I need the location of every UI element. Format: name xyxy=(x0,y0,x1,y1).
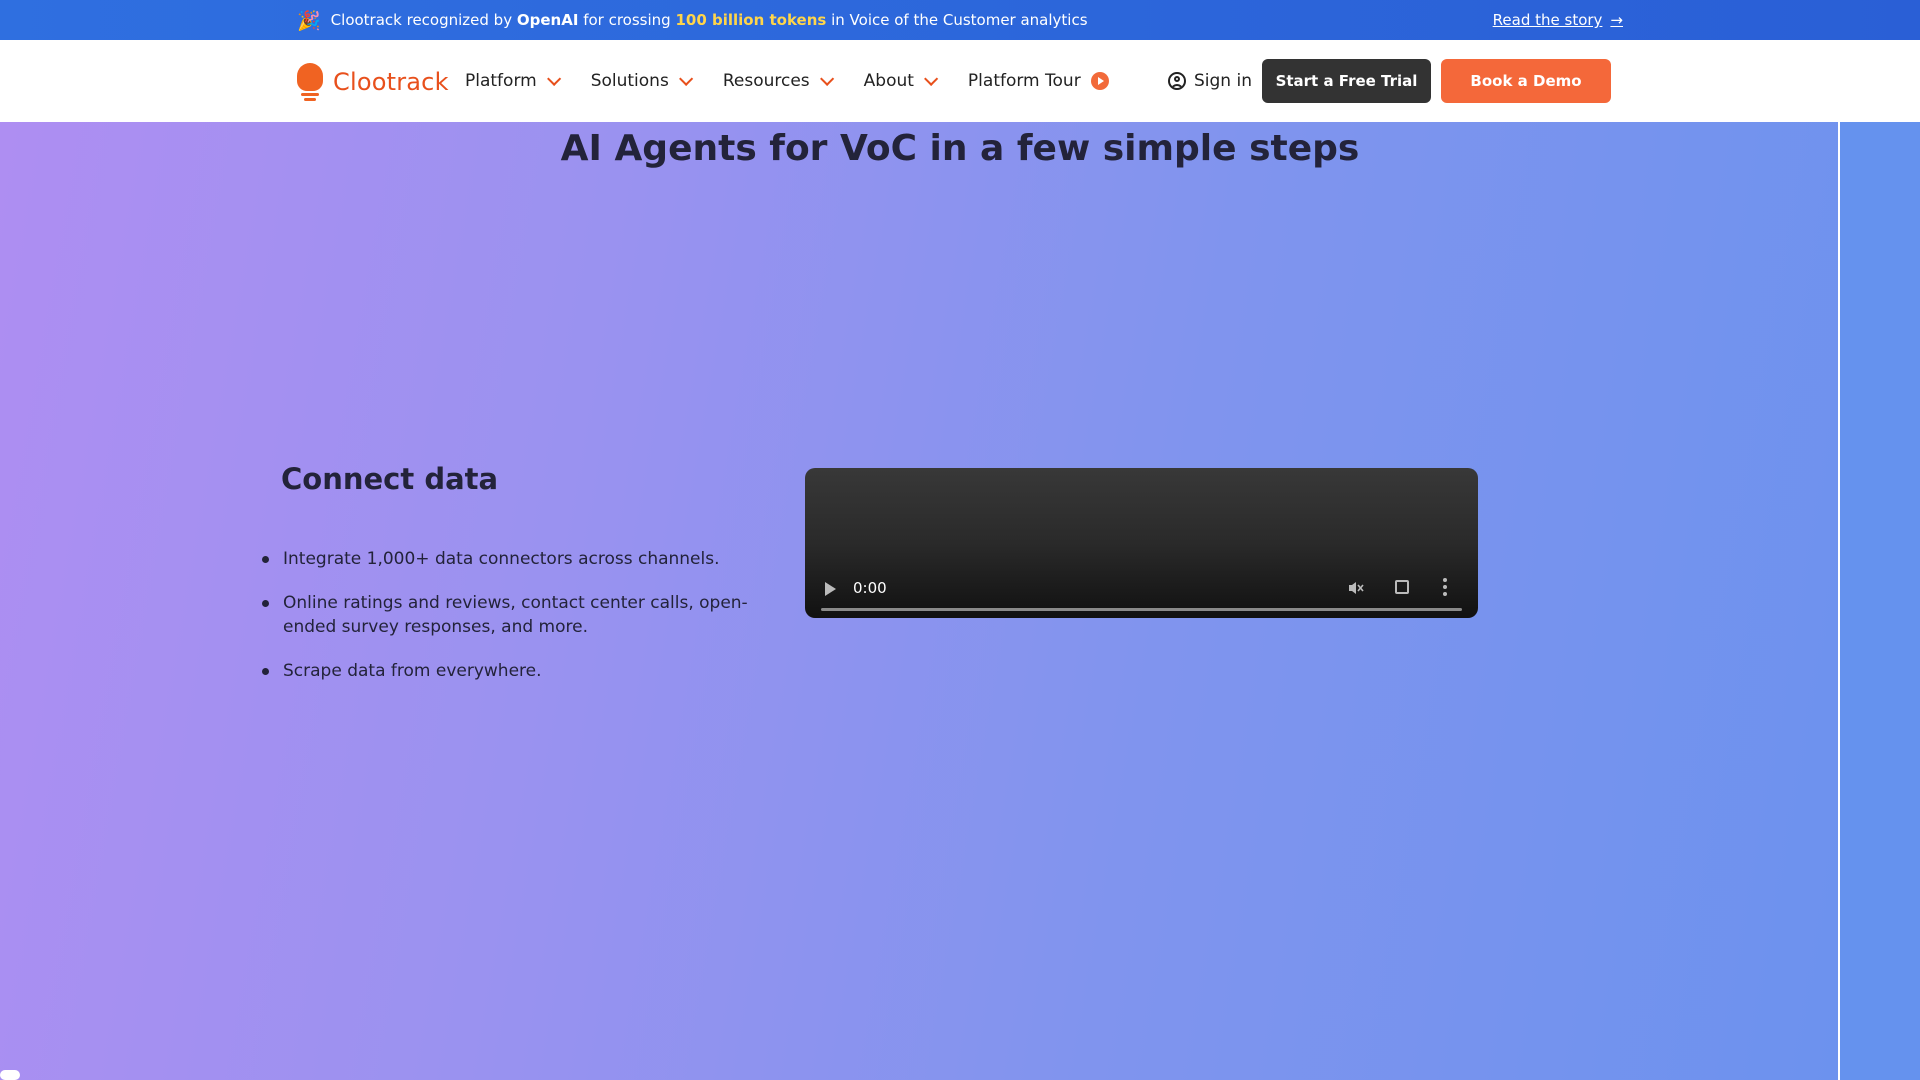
arrow-right-icon: → xyxy=(1610,11,1623,29)
start-free-trial-button[interactable]: Start a Free Trial xyxy=(1262,59,1431,103)
user-circle-icon xyxy=(1168,72,1186,90)
video-time: 0:00 xyxy=(853,579,887,597)
menu-solutions[interactable]: Solutions xyxy=(591,71,694,91)
announcement-highlight: 100 billion tokens xyxy=(675,11,827,29)
fullscreen-icon[interactable] xyxy=(1395,580,1409,594)
corner-widget[interactable] xyxy=(0,1070,20,1080)
play-icon[interactable] xyxy=(825,582,836,596)
muted-speaker-icon[interactable] xyxy=(1347,579,1365,597)
logo-wordmark: Clootrack xyxy=(333,68,449,96)
list-item: Scrape data from everywhere. xyxy=(262,659,782,683)
bullet-dot-icon xyxy=(262,600,269,607)
step-title: Connect data xyxy=(281,462,499,496)
main-menu: Platform Solutions Resources About Platf… xyxy=(465,40,1109,122)
announcement-bar: 🎉 Clootrack recognized by OpenAI for cro… xyxy=(0,0,1920,40)
video-controls: 0:00 xyxy=(805,558,1478,618)
bulb-logo-icon xyxy=(297,63,323,101)
video-progress-bar[interactable] xyxy=(821,608,1462,611)
party-popper-icon: 🎉 xyxy=(297,9,321,32)
section-title: AI Agents for VoC in a few simple steps xyxy=(560,128,1360,169)
bullet-dot-icon xyxy=(262,556,269,563)
sign-in-link[interactable]: Sign in xyxy=(1168,40,1252,122)
read-story-link[interactable]: Read the story → xyxy=(1493,0,1623,40)
vertical-divider xyxy=(1838,122,1840,1080)
book-demo-button[interactable]: Book a Demo xyxy=(1441,59,1611,103)
announcement-content: 🎉 Clootrack recognized by OpenAI for cro… xyxy=(297,0,1088,40)
chevron-down-icon xyxy=(819,71,834,86)
menu-about[interactable]: About xyxy=(864,71,939,91)
steps-section: AI Agents for VoC in a few simple steps … xyxy=(0,122,1920,1080)
announcement-text: Clootrack recognized by OpenAI for cross… xyxy=(330,11,1088,29)
more-options-icon[interactable] xyxy=(1443,578,1447,596)
top-navigation: Clootrack Platform Solutions Resources A… xyxy=(0,40,1920,122)
bullet-dot-icon xyxy=(262,668,269,675)
list-item: Online ratings and reviews, contact cent… xyxy=(262,591,782,639)
play-circle-icon xyxy=(1090,72,1109,90)
list-item: Integrate 1,000+ data connectors across … xyxy=(262,547,782,571)
chevron-down-icon xyxy=(678,71,694,86)
step-bullet-list: Integrate 1,000+ data connectors across … xyxy=(262,547,782,703)
menu-resources[interactable]: Resources xyxy=(723,71,834,91)
announcement-brand: OpenAI xyxy=(516,11,579,29)
logo[interactable]: Clootrack xyxy=(297,62,449,102)
chevron-down-icon xyxy=(546,71,561,86)
menu-platform-tour[interactable]: Platform Tour xyxy=(968,71,1109,91)
right-strip xyxy=(1840,122,1920,1080)
chevron-down-icon xyxy=(923,71,939,86)
video-player[interactable]: 0:00 xyxy=(805,468,1478,618)
menu-platform[interactable]: Platform xyxy=(465,71,561,91)
